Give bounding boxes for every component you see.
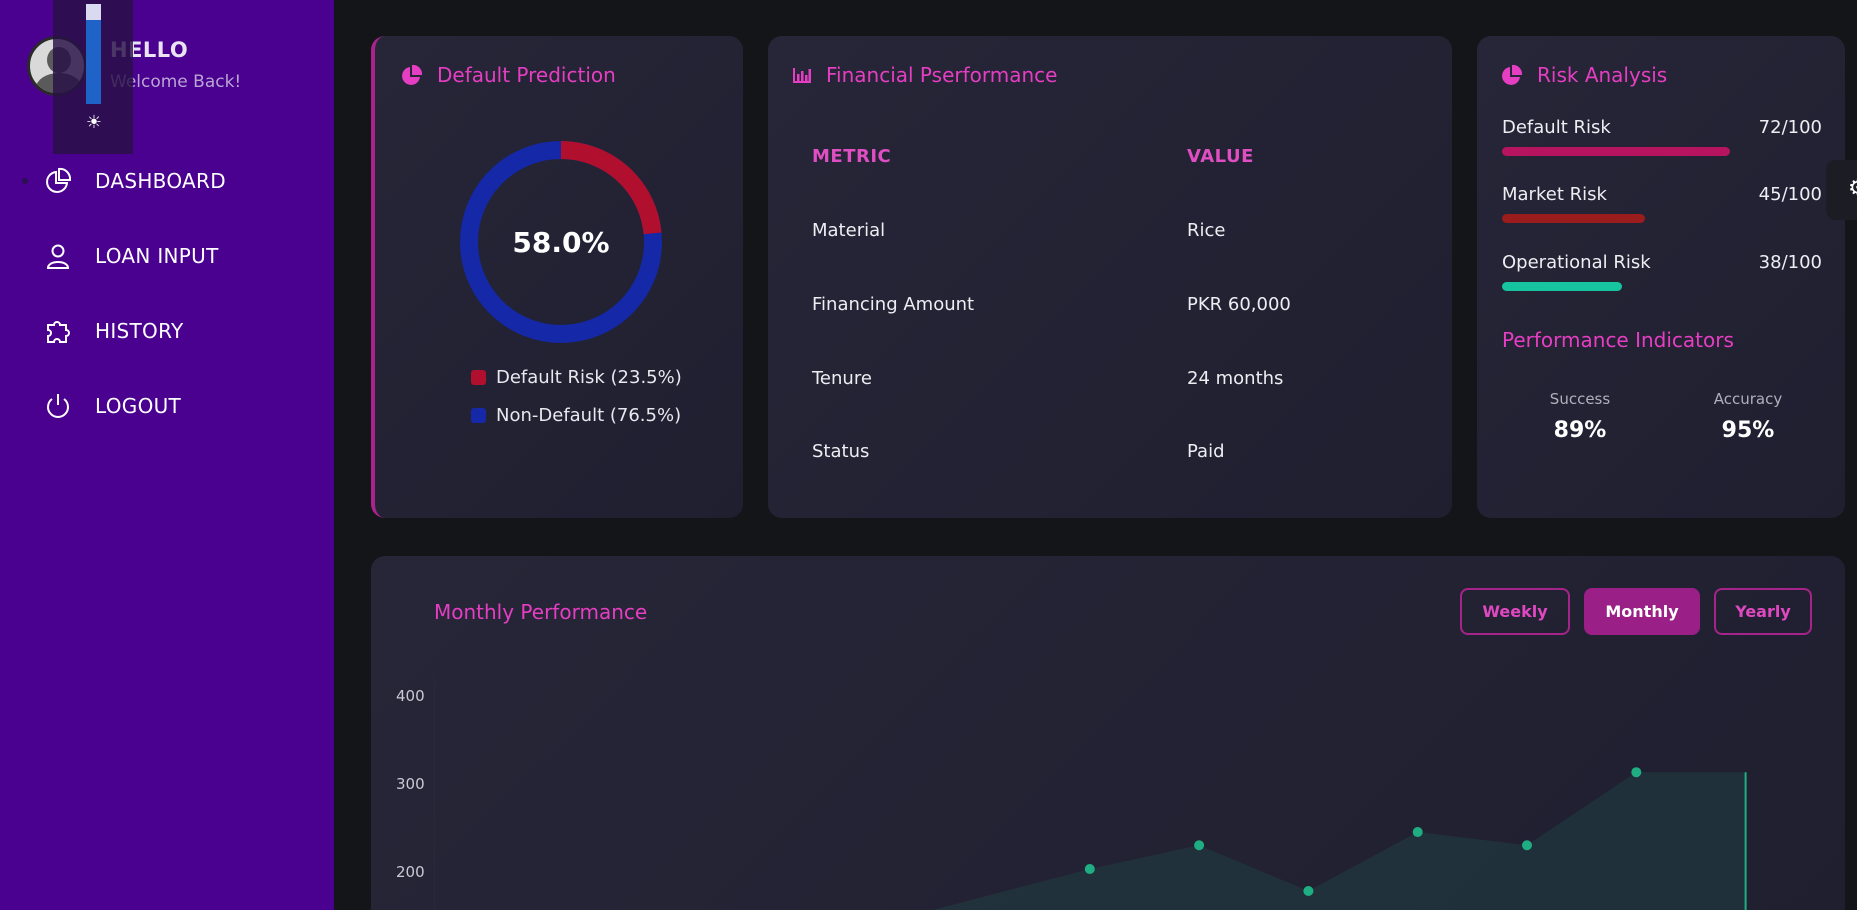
monthly-button[interactable]: Monthly: [1584, 588, 1700, 635]
table-row: Financing Amount PKR 60,000: [812, 294, 1412, 324]
risk-value: 45/100: [1758, 184, 1822, 205]
data-point[interactable]: [1412, 827, 1423, 838]
sidebar: HELLO Welcome Back! ☀ DASHBOARD LOAN INP…: [0, 0, 334, 910]
sidebar-item-label: LOAN INPUT: [95, 244, 219, 268]
data-point[interactable]: [1084, 864, 1095, 874]
performance-indicators: Success 89% Accuracy 95%: [1502, 370, 1822, 480]
pie-chart-icon: [46, 167, 72, 193]
monthly-performance-card: Monthly Performance Weekly Monthly Yearl…: [371, 556, 1845, 910]
y-tick-label: 400: [396, 687, 425, 705]
value-cell: Rice: [1187, 220, 1226, 241]
bar-chart-icon: [793, 68, 811, 83]
brightness-slider-thumb[interactable]: [86, 4, 101, 20]
sidebar-item-logout[interactable]: LOGOUT: [0, 381, 334, 431]
column-header-metric: METRIC: [812, 146, 892, 167]
y-tick-label: 300: [396, 775, 425, 793]
risk-value: 72/100: [1758, 117, 1822, 138]
card-title: Financial Pserformance: [792, 63, 1057, 87]
risk-name: Default Risk: [1502, 117, 1611, 138]
y-tick-label: 200: [396, 863, 425, 881]
pie-chart-icon: [402, 64, 423, 85]
risk-name: Operational Risk: [1502, 252, 1651, 273]
data-point[interactable]: [1522, 840, 1532, 851]
metric-cell: Tenure: [812, 368, 872, 389]
table-row: Material Rice: [812, 220, 1412, 250]
pie-chart-icon: [1502, 64, 1523, 85]
risk-bar: [1502, 214, 1645, 223]
table-header: METRIC VALUE: [812, 146, 1412, 176]
value-cell: 24 months: [1187, 368, 1284, 389]
metric-cell: Status: [812, 441, 870, 462]
legend-swatch: [471, 408, 486, 423]
accuracy-indicator: Accuracy 95%: [1698, 390, 1798, 443]
settings-side-tab[interactable]: ⚙: [1826, 160, 1857, 220]
table-row: Status Paid: [812, 441, 1412, 471]
card-title: Risk Analysis: [1501, 63, 1667, 87]
risk-bar: [1502, 282, 1622, 291]
data-point[interactable]: [1303, 886, 1314, 896]
sidebar-item-dashboard[interactable]: DASHBOARD: [0, 156, 334, 206]
power-icon: [47, 394, 69, 418]
risk-bar: [1502, 147, 1730, 156]
performance-indicators-title: Performance Indicators: [1502, 328, 1734, 352]
indicator-label: Accuracy: [1713, 390, 1783, 408]
risk-name: Market Risk: [1502, 184, 1607, 205]
financial-title: Financial Pserformance: [826, 63, 1058, 87]
sidebar-item-label: DASHBOARD: [95, 169, 226, 193]
weekly-button[interactable]: Weekly: [1460, 588, 1570, 635]
sidebar-item-loan-input[interactable]: LOAN INPUT: [0, 231, 334, 281]
legend-label: Default Risk (23.5%): [496, 367, 682, 388]
risk-analysis-card: Risk Analysis Default Risk 72/100 Market…: [1477, 36, 1845, 518]
yearly-button[interactable]: Yearly: [1714, 588, 1812, 635]
legend-item-non-default: Non-Default (76.5%): [471, 405, 681, 426]
success-indicator: Success 89%: [1530, 390, 1630, 443]
value-cell: Paid: [1187, 441, 1225, 462]
donut-center-value: 58.0%: [512, 225, 610, 259]
indicator-value: 89%: [1553, 418, 1607, 443]
metric-cell: Material: [812, 220, 886, 241]
sun-icon[interactable]: ☀: [84, 113, 104, 133]
monthly-performance-title: Monthly Performance: [434, 600, 648, 624]
indicator-value: 95%: [1721, 418, 1775, 443]
puzzle-icon: [47, 321, 70, 343]
user-icon: [46, 244, 70, 269]
risk-value: 38/100: [1758, 252, 1822, 273]
legend-swatch: [471, 370, 486, 385]
sidebar-item-label: HISTORY: [95, 319, 184, 343]
table-row: Tenure 24 months: [812, 368, 1412, 398]
default-prediction-title: Default Prediction: [437, 63, 616, 87]
active-indicator: [22, 178, 28, 184]
legend-item-default: Default Risk (23.5%): [471, 367, 682, 388]
value-cell: PKR 60,000: [1187, 294, 1291, 315]
risk-title: Risk Analysis: [1537, 63, 1668, 87]
metric-cell: Financing Amount: [812, 294, 975, 315]
data-point[interactable]: [1194, 840, 1205, 851]
default-prediction-card: Default Prediction 58.0% Default Risk (2…: [371, 36, 743, 518]
financial-performance-card: Financial Pserformance METRIC VALUE Mate…: [768, 36, 1452, 518]
column-header-value: VALUE: [1187, 146, 1254, 167]
card-title: Default Prediction: [401, 63, 616, 87]
sidebar-item-history[interactable]: HISTORY: [0, 306, 334, 356]
data-point[interactable]: [1631, 767, 1642, 778]
gear-icon: ⚙: [1848, 176, 1857, 202]
profile-section: HELLO Welcome Back! ☀: [0, 0, 334, 154]
indicator-label: Success: [1549, 390, 1611, 408]
monthly-performance-chart: [434, 676, 1747, 910]
sidebar-item-label: LOGOUT: [95, 394, 182, 418]
legend-label: Non-Default (76.5%): [496, 405, 682, 426]
